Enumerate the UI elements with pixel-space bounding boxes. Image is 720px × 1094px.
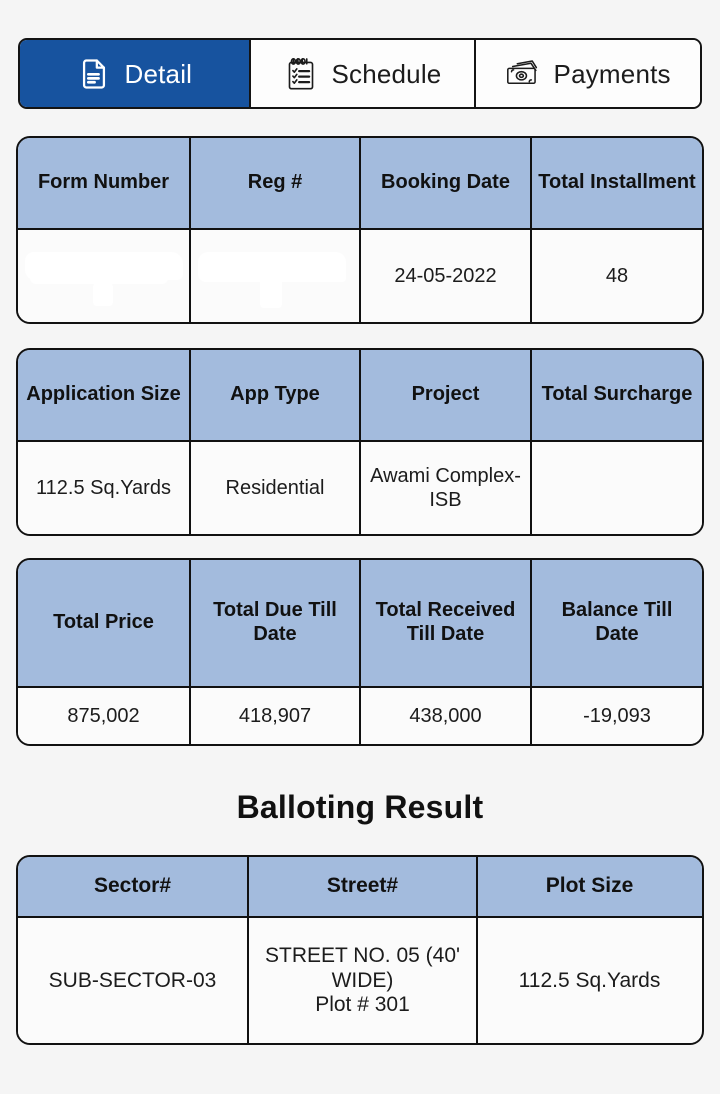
application-info-table: Application Size App Type Project Total … [16,348,704,536]
table-row: 24-05-2022 48 [18,230,702,322]
header-booking-date: Booking Date [359,138,530,228]
tab-bar: Detail Schedule Payments [18,38,702,109]
booking-info-table: Form Number Reg # Booking Date Total Ins… [16,136,704,324]
table-header-row: Form Number Reg # Booking Date Total Ins… [18,138,702,230]
header-project: Project [359,350,530,440]
header-plot-size: Plot Size [476,857,701,916]
value-booking-date: 24-05-2022 [359,230,530,322]
value-form-number [18,230,189,322]
tab-detail[interactable]: Detail [20,40,249,107]
value-reg-number [189,230,359,322]
tab-schedule[interactable]: Schedule [248,40,475,107]
table-header-row: Total Price Total Due Till Date Total Re… [18,560,702,688]
header-sector-number: Sector# [93,874,172,898]
value-total-received-till-date: 438,000 [359,688,530,744]
value-total-surcharge [530,442,702,534]
tab-schedule-label: Schedule [331,58,442,89]
header-total-due-till-date: Total Due Till Date [189,560,359,686]
balloting-result-title: Balloting Result [236,789,484,825]
value-project: Awami Complex-ISB [359,442,530,534]
header-street-number: Street# [247,857,476,916]
detail-page: Detail Schedule Payments Form Number Reg… [0,0,720,1094]
value-app-type: Residential [189,442,359,534]
table-row: SUB-SECTOR-03 STREET NO. 05 (40' WIDE) P… [18,918,702,1043]
banknotes-icon [506,56,542,92]
header-application-size: Application Size [26,383,181,406]
tab-payments-label: Payments [553,58,671,89]
table-header-row: Application Size App Type Project Total … [18,350,702,442]
financial-summary-table: Total Price Total Due Till Date Total Re… [16,558,704,746]
balloting-result-table: Sector# Street# Plot Size SUB-SECTOR-03 … [16,855,704,1045]
value-sector-number: SUB-SECTOR-03 [18,918,247,1043]
header-total-installment: Total Installment [530,138,702,228]
document-icon [76,56,112,92]
header-reg-number: Reg # [189,138,359,228]
value-total-installment: 48 [530,230,702,322]
value-street-number: STREET NO. 05 (40' WIDE) Plot # 301 [247,918,476,1043]
table-row: 875,002 418,907 438,000 -19,093 [18,688,702,744]
value-balance-till-date: -19,093 [530,688,702,744]
header-total-price: Total Price [53,611,154,634]
table-header-row: Sector# Street# Plot Size [18,857,702,918]
value-application-size: 112.5 Sq.Yards [18,442,189,534]
header-app-type: App Type [189,350,359,440]
value-total-price: 875,002 [18,688,189,744]
header-total-received-till-date: Total Received Till Date [359,560,530,686]
value-plot-size: 112.5 Sq.Yards [476,918,701,1043]
header-form-number: Form Number [37,171,170,194]
header-total-surcharge: Total Surcharge [530,350,702,440]
value-total-due-till-date: 418,907 [189,688,359,744]
tab-payments[interactable]: Payments [474,40,700,107]
header-balance-till-date: Balance Till Date [530,560,702,686]
checklist-clipboard-icon [283,56,319,92]
table-row: 112.5 Sq.Yards Residential Awami Complex… [18,442,702,534]
tab-detail-label: Detail [124,58,193,89]
